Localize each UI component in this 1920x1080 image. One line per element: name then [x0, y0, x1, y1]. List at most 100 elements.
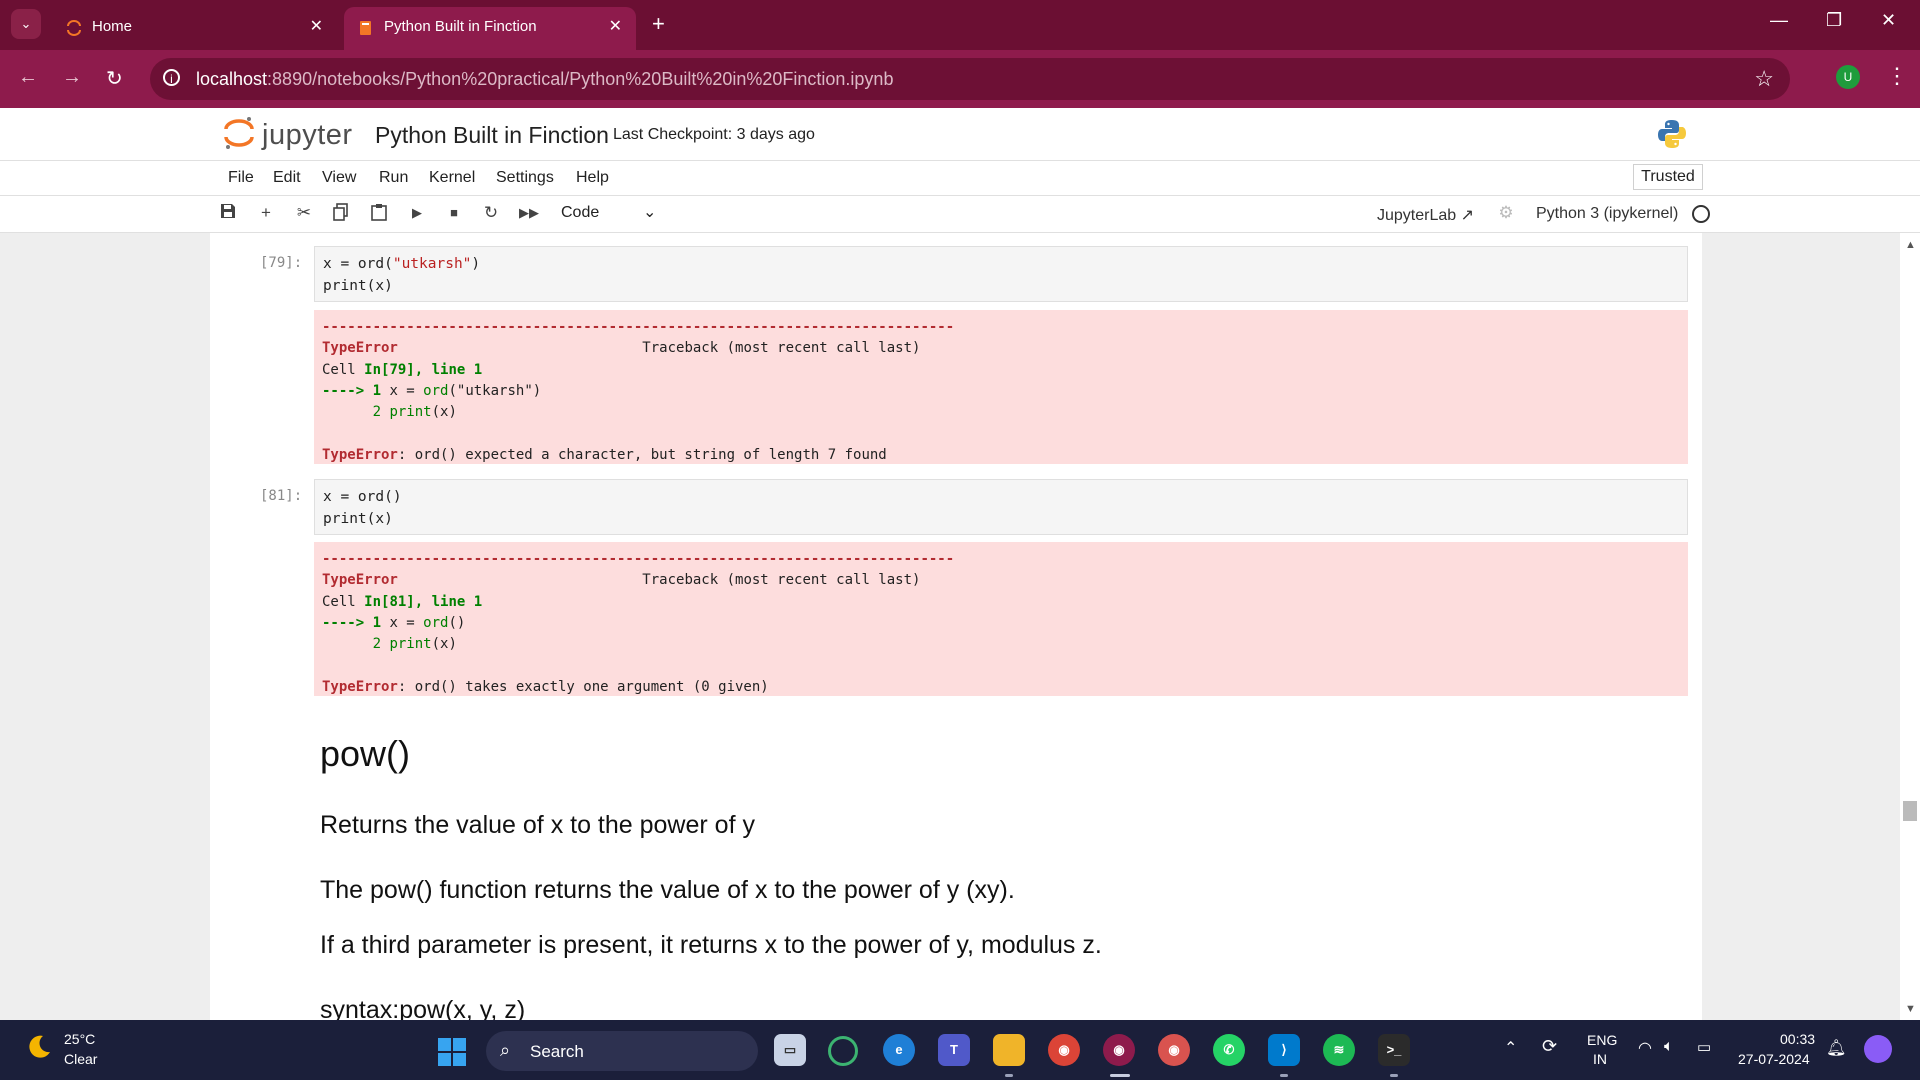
teams-icon[interactable]: T [938, 1034, 970, 1066]
windows-taskbar: 25°C Clear ⌕ Search ▭ e T ◉ ◉ ◉ ✆ ⟩ ≋ >_… [0, 1020, 1920, 1080]
app-circle-icon[interactable] [828, 1036, 858, 1066]
language-code[interactable]: ENG [1587, 1032, 1617, 1048]
menu-help[interactable]: Help [576, 169, 609, 187]
menu-run[interactable]: Run [379, 169, 408, 187]
markdown-paragraph: The pow() function returns the value of … [320, 876, 1015, 904]
address-bar[interactable]: i localhost:8890/notebooks/Python%20prac… [150, 58, 1790, 100]
edge-icon[interactable]: e [883, 1034, 915, 1066]
jupyterlab-link[interactable]: JupyterLab ↗ [1377, 205, 1474, 225]
language-region[interactable]: IN [1593, 1051, 1607, 1067]
markdown-paragraph: Returns the value of x to the power of y [320, 811, 755, 839]
app-indicator [1005, 1074, 1013, 1077]
jupyterlab-label: JupyterLab [1377, 207, 1457, 224]
notebook-area: [79]: x = ord("utkarsh") print(x) ------… [0, 233, 1920, 1020]
cell-type-select[interactable]: Code [561, 204, 599, 222]
external-link-icon: ↗ [1460, 207, 1475, 224]
profile-avatar[interactable]: U [1836, 65, 1860, 89]
add-cell-icon[interactable]: + [256, 203, 276, 223]
start-tile [453, 1038, 466, 1051]
copy-icon[interactable] [331, 203, 351, 223]
file-explorer-icon[interactable] [993, 1034, 1025, 1066]
save-icon[interactable] [218, 203, 238, 223]
taskbar-search[interactable]: ⌕ Search [486, 1031, 758, 1071]
clock-date[interactable]: 27-07-2024 [1738, 1051, 1810, 1067]
notebook-title[interactable]: Python Built in Finction [375, 122, 609, 149]
wifi-icon[interactable]: ◠ [1638, 1038, 1652, 1058]
windows-start-icon[interactable] [438, 1038, 466, 1066]
start-tile [438, 1038, 451, 1051]
chrome-icon[interactable]: ◉ [1048, 1034, 1080, 1066]
spotify-icon[interactable]: ≋ [1323, 1034, 1355, 1066]
close-tab-icon[interactable]: ✕ [609, 16, 622, 36]
moon-icon[interactable] [26, 1034, 52, 1060]
tab-notebook[interactable]: Python Built in Finction ✕ [344, 7, 636, 50]
tray-overflow-icon[interactable]: ⌃ [1504, 1038, 1517, 1058]
browser-tab-strip: ⌄ Home ✕ Python Built in Finction ✕ + — … [0, 0, 1920, 50]
kernel-name[interactable]: Python 3 (ipykernel) [1536, 205, 1678, 223]
cut-icon[interactable]: ✂ [294, 203, 314, 223]
scrollbar-thumb[interactable] [1903, 801, 1917, 821]
run-icon[interactable]: ▶ [407, 203, 427, 223]
battery-icon[interactable]: ▭ [1697, 1038, 1711, 1056]
url-text[interactable]: localhost:8890/notebooks/Python%20practi… [196, 69, 893, 90]
code-cell-input[interactable]: x = ord("utkarsh") print(x) [314, 246, 1688, 302]
code-text[interactable]: x = ord("utkarsh") print(x) [323, 253, 480, 297]
chevron-down-icon[interactable]: ⌄ [643, 202, 656, 222]
forward-icon[interactable]: → [62, 66, 82, 89]
scrollbar[interactable]: ▲ ▼ [1900, 233, 1920, 1020]
close-tab-icon[interactable]: ✕ [310, 16, 323, 36]
browser-toolbar: ← → ↻ i localhost:8890/notebooks/Python%… [0, 50, 1920, 108]
tab-search-chevron-icon[interactable]: ⌄ [11, 9, 41, 39]
site-info-icon[interactable]: i [163, 69, 180, 86]
menu-file[interactable]: File [228, 169, 254, 187]
fast-forward-icon[interactable]: ▶▶ [519, 203, 539, 223]
volume-icon[interactable]: 🔈︎ [1664, 1038, 1674, 1056]
restart-icon[interactable]: ↻ [481, 203, 501, 223]
jupyter-header: jupyter Python Built in Finction Last Ch… [0, 108, 1920, 161]
code-cell-input[interactable]: x = ord() print(x) [314, 479, 1688, 535]
weather-condition[interactable]: Clear [64, 1051, 97, 1067]
markdown-paragraph: If a third parameter is present, it retu… [320, 931, 1102, 959]
scroll-up-icon[interactable]: ▲ [1905, 239, 1916, 251]
browser-menu-icon[interactable]: ⋮ [1886, 63, 1908, 89]
scroll-down-icon[interactable]: ▼ [1905, 1003, 1916, 1015]
minimize-icon[interactable]: — [1770, 10, 1788, 31]
trusted-indicator[interactable]: Trusted [1633, 164, 1703, 190]
whatsapp-icon[interactable]: ✆ [1213, 1034, 1245, 1066]
notification-bell-icon[interactable]: 🔔︎ [1826, 1038, 1846, 1058]
vscode-icon[interactable]: ⟩ [1268, 1034, 1300, 1066]
cell-prompt: [81]: [260, 488, 303, 504]
code-text[interactable]: x = ord() print(x) [323, 486, 402, 530]
menu-view[interactable]: View [322, 169, 356, 187]
cell-prompt: [79]: [260, 255, 303, 271]
task-view-icon[interactable]: ▭ [774, 1034, 806, 1066]
url-host: localhost [196, 69, 268, 89]
traceback-text: ----------------------------------------… [322, 319, 955, 463]
terminal-icon[interactable]: >_ [1378, 1034, 1410, 1066]
back-icon[interactable]: ← [18, 66, 38, 89]
jupyter-logo[interactable]: jupyter [224, 116, 352, 155]
copilot-icon[interactable] [1864, 1035, 1892, 1063]
menu-kernel[interactable]: Kernel [429, 169, 475, 187]
restore-icon[interactable]: ❐ [1826, 10, 1842, 31]
error-output: ----------------------------------------… [314, 310, 1688, 464]
stop-icon[interactable]: ■ [444, 203, 464, 223]
reload-icon[interactable]: ↻ [106, 66, 123, 91]
clock-time[interactable]: 00:33 [1780, 1031, 1815, 1047]
menu-edit[interactable]: Edit [273, 169, 301, 187]
search-label: Search [530, 1042, 584, 1061]
markdown-heading: pow() [320, 733, 411, 774]
bookmark-star-icon[interactable]: ☆ [1754, 66, 1774, 92]
paste-icon[interactable] [369, 203, 389, 223]
close-window-icon[interactable]: ✕ [1881, 10, 1896, 31]
tab-home[interactable]: Home ✕ [52, 7, 337, 50]
chrome-alt-icon[interactable]: ◉ [1158, 1034, 1190, 1066]
new-tab-icon[interactable]: + [652, 11, 665, 37]
sync-icon[interactable]: ⟳ [1542, 1036, 1557, 1057]
tab-home-label: Home [92, 18, 133, 35]
menu-settings[interactable]: Settings [496, 169, 554, 187]
weather-temperature[interactable]: 25°C [64, 1031, 95, 1047]
kernel-settings-gear-icon[interactable]: ⚙ [1496, 203, 1516, 223]
active-app-indicator [1110, 1074, 1130, 1077]
chrome-profile-icon[interactable]: ◉ [1103, 1034, 1135, 1066]
